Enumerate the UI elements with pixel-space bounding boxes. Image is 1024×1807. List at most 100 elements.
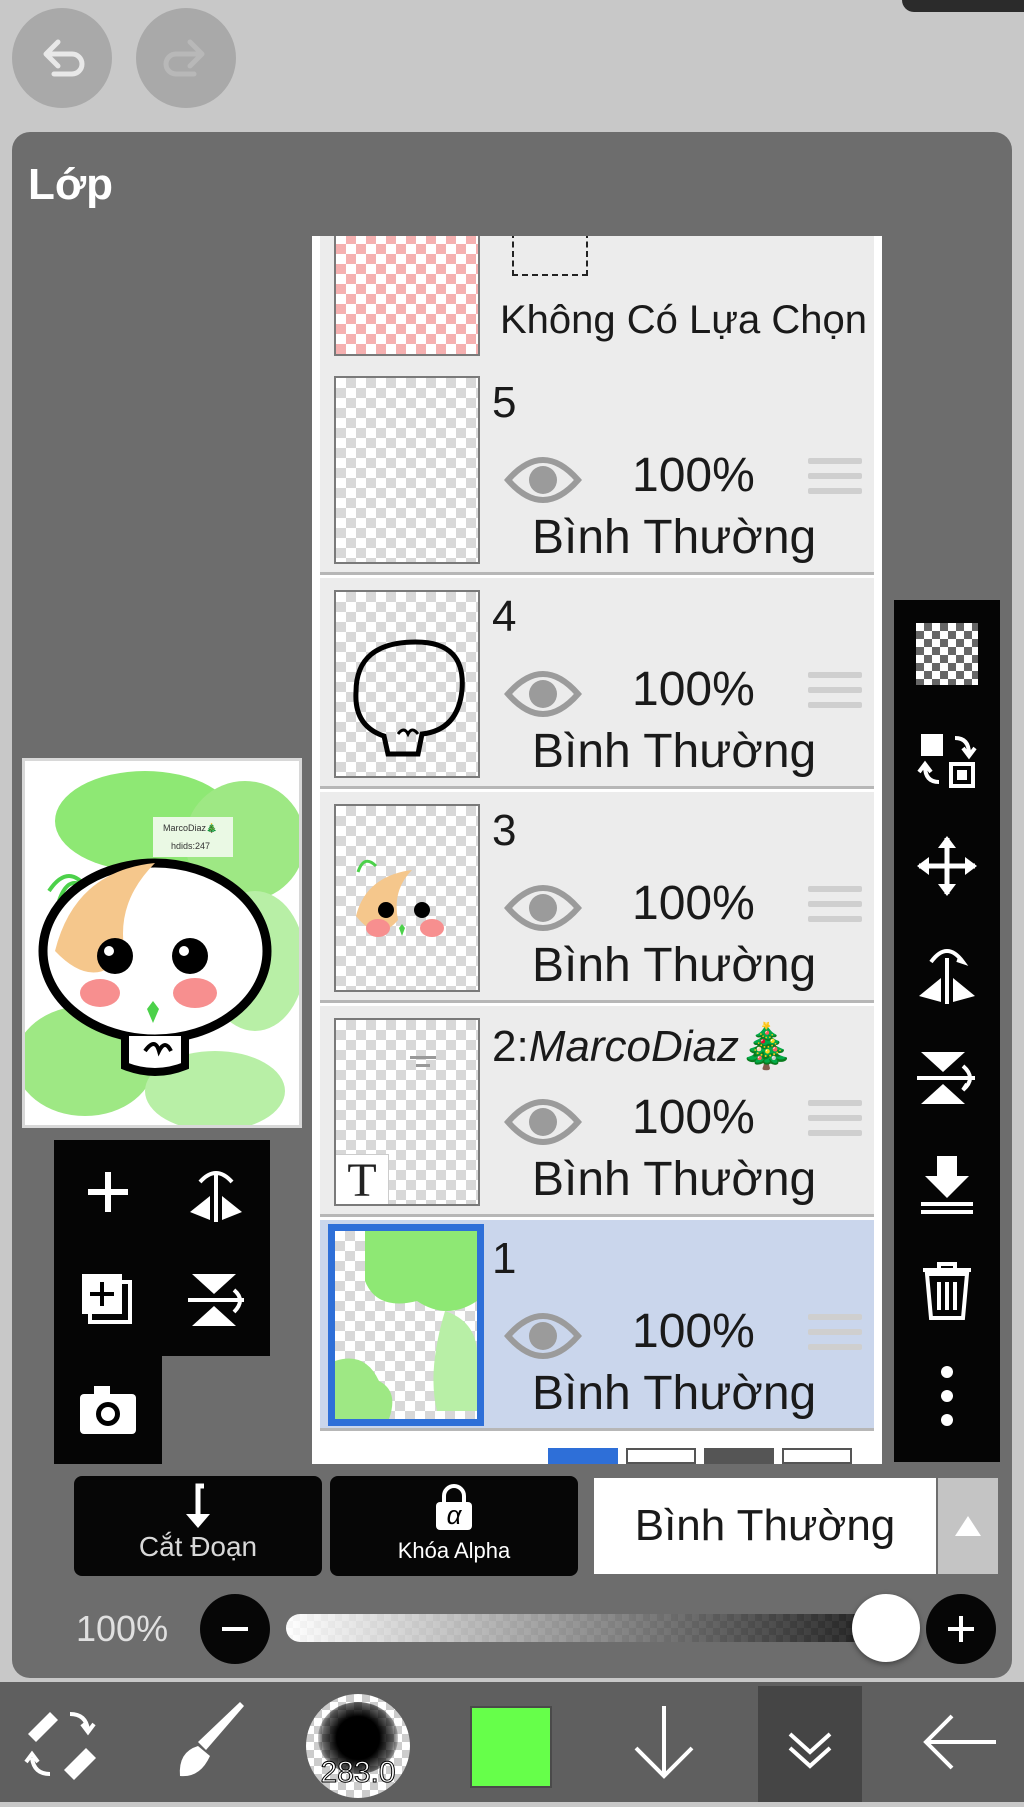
blend-mode-select[interactable]: Bình Thường — [594, 1478, 936, 1574]
lock-icon: α — [434, 1482, 474, 1532]
transparency-button[interactable] — [913, 620, 981, 688]
more-button[interactable] — [913, 1362, 981, 1430]
layer-name: 1 — [492, 1234, 517, 1283]
right-toolbar — [894, 600, 1000, 1462]
drag-handle-icon[interactable] — [808, 1100, 862, 1144]
alpha-lock-button[interactable]: α Khóa Alpha — [330, 1476, 578, 1576]
visibility-eye-icon[interactable] — [504, 1310, 582, 1362]
color-swatch[interactable] — [470, 1706, 552, 1788]
trash-icon — [923, 1262, 971, 1320]
undo-button[interactable] — [12, 8, 112, 108]
plus-icon — [948, 1616, 974, 1642]
mirror-icon — [919, 949, 975, 1004]
rotate-flip-button[interactable] — [913, 1044, 981, 1112]
swap-button[interactable] — [913, 726, 981, 794]
drag-handle-icon[interactable] — [808, 458, 862, 502]
layer-row-selected[interactable]: 1 100% Bình Thường — [320, 1220, 874, 1431]
partial-thumbnail — [782, 1448, 852, 1464]
collapse-icon — [788, 1732, 832, 1769]
layer-row[interactable]: 4 100% Bình Thường — [320, 578, 874, 789]
delete-layer-button[interactable] — [913, 1256, 981, 1324]
layer-row[interactable]: 5 100% Bình Thường — [320, 364, 874, 575]
layer-opacity: 100% — [632, 1305, 755, 1358]
undo-icon — [43, 39, 85, 77]
text-layer-icon: T — [336, 1154, 389, 1204]
move-down-button[interactable] — [622, 1700, 706, 1784]
camera-button[interactable] — [76, 1378, 140, 1442]
canvas-preview[interactable]: MarcoDiaz🎄 hdids:247 — [22, 758, 302, 1128]
layer-name: 2:MarcoDiaz🎄 — [492, 1022, 794, 1071]
selection-layer-thumbnail — [334, 236, 480, 356]
add-layer-button[interactable] — [76, 1160, 140, 1224]
layer-opacity: 100% — [632, 449, 755, 502]
add-layer-copy-icon — [82, 1274, 132, 1324]
minus-icon — [222, 1627, 248, 1631]
layer-blend-mode: Bình Thường — [532, 511, 817, 564]
drag-handle-icon[interactable] — [808, 1314, 862, 1358]
panel-title: Lớp — [28, 160, 114, 209]
clipping-button[interactable]: Cắt Đoạn — [74, 1476, 322, 1576]
brush-size-button[interactable]: 283.0 — [306, 1694, 410, 1798]
flip-vertical-button[interactable] — [184, 1268, 248, 1332]
opacity-slider-track[interactable] — [286, 1614, 886, 1642]
move-icon — [917, 836, 977, 896]
drag-handle-icon[interactable] — [808, 886, 862, 930]
brush-size-value: 283.0 — [320, 1756, 396, 1790]
layer-row[interactable]: T 2:MarcoDiaz🎄 100% Bình Thường — [320, 1006, 874, 1217]
blend-mode-value: Bình Thường — [634, 1501, 896, 1550]
camera-icon — [80, 1386, 136, 1434]
flip-vertical-icon — [188, 1274, 244, 1326]
layer-blend-mode: Bình Thường — [532, 725, 817, 778]
transparency-icon — [916, 623, 978, 685]
mirror-button[interactable] — [913, 938, 981, 1006]
add-layer-copy-button[interactable] — [76, 1268, 140, 1332]
selection-layer-label: Không Có Lựa Chọn — [500, 298, 868, 342]
layer-row[interactable]: 3 100% Bình Thường — [320, 792, 874, 1003]
back-arrow-icon — [923, 1714, 996, 1770]
layer-opacity: 100% — [632, 663, 755, 716]
layer-opacity: 100% — [632, 877, 755, 930]
blend-mode-dropdown-button[interactable] — [938, 1478, 998, 1574]
alpha-lock-label: Khóa Alpha — [397, 1538, 511, 1563]
canvas-artwork — [25, 771, 299, 1125]
back-button[interactable] — [918, 1700, 1002, 1784]
selection-layer-row[interactable]: Không Có Lựa Chọn — [320, 236, 874, 367]
partial-thumbnail — [704, 1448, 774, 1464]
layer-thumbnail — [328, 1224, 484, 1426]
down-arrow-icon — [634, 1706, 694, 1779]
swap-icon — [917, 734, 977, 788]
rotate-flip-icon — [917, 1052, 975, 1104]
layer-list[interactable]: Không Có Lựa Chọn 5 100% Bình Thường 4 1… — [312, 236, 882, 1464]
eraser-swap-icon — [24, 1712, 96, 1780]
layer-name: 3 — [492, 806, 517, 855]
opacity-slider-thumb[interactable] — [852, 1594, 920, 1662]
brush-icon — [179, 1702, 244, 1777]
layer-thumbnail — [334, 590, 480, 778]
redo-button[interactable] — [136, 8, 236, 108]
merge-down-button[interactable] — [913, 1150, 981, 1218]
visibility-eye-icon[interactable] — [504, 454, 582, 506]
selection-icon — [512, 236, 588, 276]
eraser-swap-button[interactable] — [20, 1700, 104, 1784]
visibility-eye-icon[interactable] — [504, 1096, 582, 1148]
preview-note-line1: MarcoDiaz🎄 — [163, 823, 218, 833]
opacity-decrease-button[interactable] — [200, 1594, 270, 1664]
add-layer-icon — [88, 1172, 128, 1212]
visibility-eye-icon[interactable] — [504, 882, 582, 934]
visibility-eye-icon[interactable] — [504, 668, 582, 720]
preview-note-line2: hdids:247 — [171, 841, 211, 851]
flip-horizontal-button[interactable] — [184, 1160, 248, 1224]
more-icon — [941, 1366, 953, 1426]
move-button[interactable] — [913, 832, 981, 900]
brush-button[interactable] — [170, 1700, 254, 1784]
layer-name: 5 — [492, 378, 517, 427]
opacity-increase-button[interactable] — [926, 1594, 996, 1664]
flip-horizontal-icon — [190, 1171, 242, 1222]
merge-down-icon — [921, 1156, 973, 1214]
layer-thumbnail — [334, 804, 480, 992]
drag-handle-icon[interactable] — [808, 672, 862, 716]
layer-blend-mode: Bình Thường — [532, 1153, 817, 1206]
layer-thumbnail — [334, 376, 480, 564]
layer-panel-toggle-button[interactable] — [758, 1686, 862, 1802]
avatar[interactable] — [902, 0, 1024, 12]
